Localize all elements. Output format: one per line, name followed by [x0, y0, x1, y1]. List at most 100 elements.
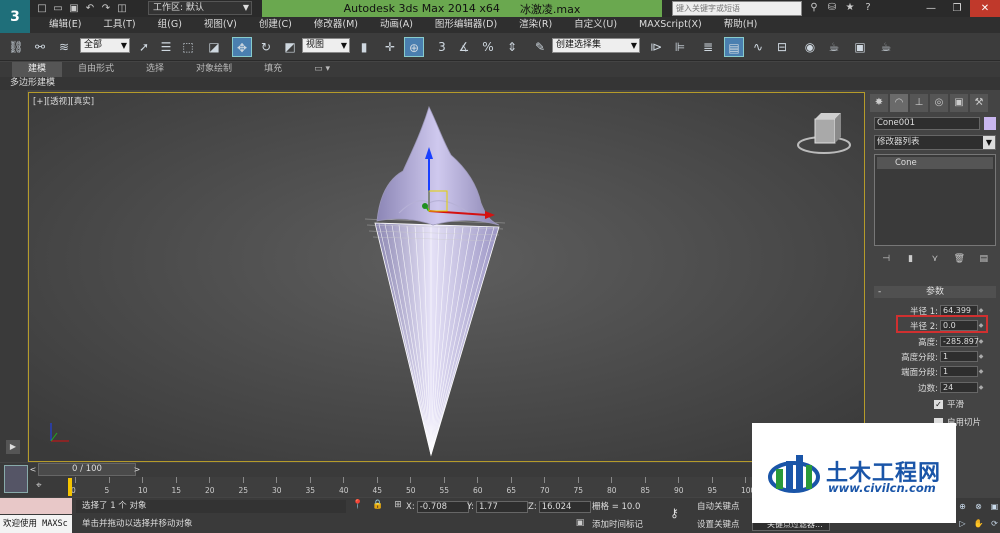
layer-manager-icon[interactable]: ≣	[698, 37, 718, 57]
smooth-checkbox-row[interactable]: ✓ 平滑	[934, 398, 964, 410]
select-rotate-icon[interactable]: ↻	[256, 37, 276, 57]
time-cursor[interactable]	[68, 478, 72, 496]
set-key-button[interactable]: 设置关键点	[697, 518, 740, 530]
spinner-icon[interactable]: ◆	[978, 382, 984, 393]
reference-coordinate-system[interactable]: 视图 ▼	[302, 38, 350, 53]
workspace-selector[interactable]: 工作区: 默认 ▼	[148, 1, 252, 15]
expand-arrow-icon[interactable]: ▶	[6, 440, 20, 454]
absolute-mode-icon[interactable]: ⊞	[392, 500, 404, 513]
favorites-icon[interactable]: ★	[844, 1, 856, 15]
menu-help[interactable]: 帮助(H)	[713, 17, 769, 33]
pin-stack-icon[interactable]: ⊣	[879, 252, 893, 266]
menu-create[interactable]: 创建(C)	[248, 17, 303, 33]
key-icon[interactable]: ⚷	[670, 506, 679, 520]
orbit-icon[interactable]: ⟳	[988, 517, 1000, 530]
menu-views[interactable]: 视图(V)	[193, 17, 248, 33]
render-setup-icon[interactable]: ☕	[824, 37, 844, 57]
ribbon-toggle-icon[interactable]: ▤	[724, 37, 744, 57]
snaps-toggle-icon[interactable]: 3	[432, 37, 452, 57]
pan-icon[interactable]: ✋	[972, 517, 985, 530]
bind-spacewarp-icon[interactable]: ≋	[54, 37, 74, 57]
configure-sets-icon[interactable]: ▤	[977, 252, 991, 266]
smooth-checkbox[interactable]: ✓	[934, 399, 943, 409]
percent-snap-icon[interactable]: %	[478, 37, 498, 57]
modifier-list-dropdown[interactable]: 修改器列表 ▼	[874, 135, 996, 150]
menu-maxscript[interactable]: MAXScript(X)	[628, 17, 713, 33]
app-logo-icon[interactable]: 3	[0, 0, 30, 34]
object-color-swatch[interactable]	[984, 117, 996, 130]
select-object-icon[interactable]: ➚	[134, 37, 154, 57]
curve-editor-icon[interactable]: ∿	[748, 37, 768, 57]
cap-segments-input[interactable]: 1	[940, 366, 978, 377]
next-frame-icon[interactable]: >	[132, 463, 142, 476]
auto-key-button[interactable]: 自动关键点	[697, 500, 740, 512]
menu-tools[interactable]: 工具(T)	[92, 17, 146, 33]
tab-modeling[interactable]: 建模	[12, 62, 63, 77]
menu-customize[interactable]: 自定义(U)	[563, 17, 628, 33]
select-scale-icon[interactable]: ◩	[280, 37, 300, 57]
parameters-rollout[interactable]: - 参数	[874, 286, 996, 298]
unlink-icon[interactable]: ⚯	[30, 37, 50, 57]
select-by-name-icon[interactable]: ☰	[156, 37, 176, 57]
window-crossing-icon[interactable]: ◪	[204, 37, 224, 57]
open-file-icon[interactable]: ▭	[52, 3, 64, 15]
binoculars-icon[interactable]: ⚲	[808, 1, 820, 15]
height-segments-input[interactable]: 1	[940, 351, 978, 362]
link-icon[interactable]: ⛓	[6, 37, 26, 57]
tab-populate[interactable]: 填充	[248, 62, 298, 77]
zoom-extents-icon[interactable]: ▣	[988, 500, 1000, 513]
perspective-viewport[interactable]: [+][透视][真实]	[28, 92, 865, 462]
new-file-icon[interactable]: □	[36, 3, 48, 15]
edit-named-sets-icon[interactable]: ✎	[530, 37, 550, 57]
search-input[interactable]: 键入关键字或短语	[672, 1, 802, 16]
undo-icon[interactable]: ↶	[84, 3, 96, 15]
save-file-icon[interactable]: ▣	[68, 3, 80, 15]
menu-rendering[interactable]: 渲染(R)	[508, 17, 563, 33]
menu-modifiers[interactable]: 修改器(M)	[303, 17, 369, 33]
motion-tab-icon[interactable]: ◎	[930, 94, 948, 112]
tab-selection[interactable]: 选择	[130, 62, 180, 77]
height-input[interactable]: -285.897	[940, 336, 979, 347]
sides-input[interactable]: 24	[940, 382, 978, 393]
menu-group[interactable]: 组(G)	[147, 17, 193, 33]
angle-snap-icon[interactable]: ∡	[454, 37, 474, 57]
select-move-icon[interactable]: ✥	[232, 37, 252, 57]
mini-curve-editor-icon[interactable]: ⌖	[36, 480, 42, 491]
stack-item-cone[interactable]: Cone	[877, 157, 993, 169]
track-bar[interactable]: 0 5 10 15 20 25 30 35 40 45 50 55 60 65 70 75 80 85 90 95 10…	[70, 477, 755, 497]
redo-icon[interactable]: ↷	[100, 3, 112, 15]
z-input[interactable]: 16.024	[538, 500, 591, 513]
time-slider-thumb[interactable]: 0 / 100	[38, 463, 136, 476]
isolate-icon[interactable]: 📍	[352, 500, 364, 513]
ribbon-options-icon[interactable]: ▭ ▾	[298, 62, 346, 77]
zoom-all-icon[interactable]: ⊗	[972, 500, 985, 513]
spinner-icon[interactable]: ◆	[978, 351, 984, 362]
listener-area[interactable]	[0, 498, 72, 514]
remove-modifier-icon[interactable]: 🗑	[952, 252, 966, 266]
maxscript-listener[interactable]: 欢迎使用 MAXSc	[0, 515, 72, 533]
menu-animation[interactable]: 动画(A)	[369, 17, 424, 33]
rect-selection-icon[interactable]: ⬚	[178, 37, 198, 57]
help-icon[interactable]: ?	[862, 1, 874, 15]
menu-edit[interactable]: 编辑(E)	[38, 17, 92, 33]
x-input[interactable]: -0.708	[416, 500, 469, 513]
add-time-tag[interactable]: 添加时间标记	[592, 518, 643, 530]
restore-icon[interactable]: ❐	[944, 0, 970, 17]
viewport-label[interactable]: [+][透视][真实]	[33, 95, 94, 107]
create-tab-icon[interactable]: ✸	[870, 94, 888, 112]
rendered-frame-icon[interactable]: ▣	[850, 37, 870, 57]
close-icon[interactable]: ✕	[970, 0, 1000, 17]
show-end-result-icon[interactable]: ▮	[904, 252, 918, 266]
spinner-icon[interactable]: ◆	[978, 336, 984, 347]
align-icon[interactable]: ⊫	[670, 37, 690, 57]
hierarchy-tab-icon[interactable]: ⊥	[910, 94, 928, 112]
display-tab-icon[interactable]: ▣	[950, 94, 968, 112]
tab-object-paint[interactable]: 对象绘制	[180, 62, 248, 77]
schematic-view-icon[interactable]: ⊟	[772, 37, 792, 57]
menu-graph-editors[interactable]: 图形编辑器(D)	[424, 17, 508, 33]
hold-icon[interactable]: ◫	[116, 3, 128, 15]
modify-tab-icon[interactable]: ◠	[890, 94, 908, 112]
time-tag-icon[interactable]: ▣	[574, 518, 586, 531]
mini-viewport-icon[interactable]	[4, 465, 28, 493]
utilities-tab-icon[interactable]: ⚒	[970, 94, 988, 112]
